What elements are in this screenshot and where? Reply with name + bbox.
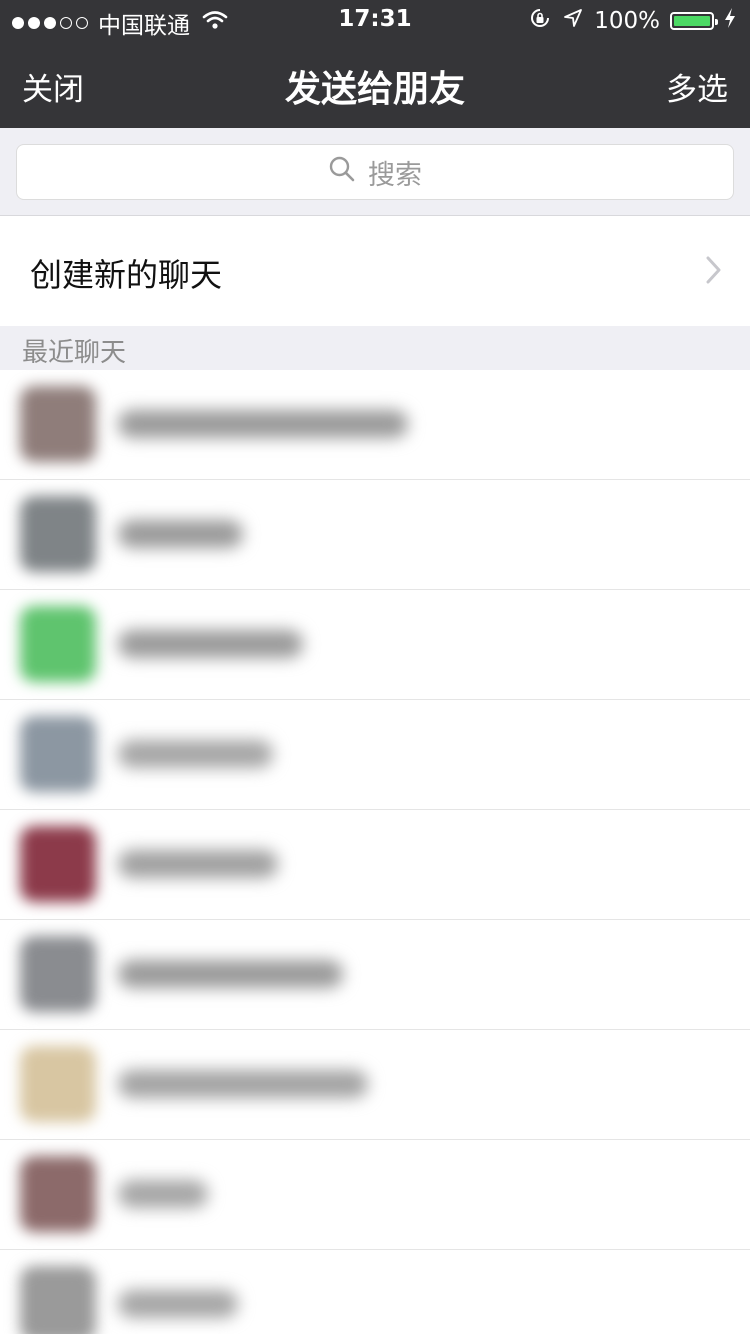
chat-row[interactable] <box>0 1250 750 1334</box>
avatar <box>20 716 96 792</box>
chat-row[interactable] <box>0 370 750 480</box>
search-bar: 搜索 <box>0 128 750 216</box>
contact-name-blurred <box>118 740 273 768</box>
contact-name-blurred <box>118 1290 238 1318</box>
recent-chats-header: 最近聊天 <box>0 326 750 370</box>
search-icon <box>328 155 368 190</box>
chevron-right-icon <box>706 256 722 288</box>
create-new-chat-label: 创建新的聊天 <box>30 256 223 294</box>
avatar <box>20 1156 96 1232</box>
page-title: 发送给朋友 <box>284 69 465 110</box>
chat-row[interactable] <box>0 920 750 1030</box>
contact-name-blurred <box>118 410 408 438</box>
chat-row[interactable] <box>0 590 750 700</box>
multi-select-button[interactable]: 多选 <box>666 64 728 109</box>
orientation-lock-icon <box>528 6 552 36</box>
status-bar: 中国联通 17:31 100% <box>0 0 750 40</box>
avatar <box>20 826 96 902</box>
navigation-bar: 关闭 发送给朋友 多选 <box>0 40 750 128</box>
battery-percent: 100% <box>594 8 660 34</box>
search-placeholder: 搜索 <box>368 159 422 191</box>
chat-row[interactable] <box>0 700 750 810</box>
chat-row[interactable] <box>0 1030 750 1140</box>
top-bar: 中国联通 17:31 100% 关闭 发送给朋友 多选 <box>0 0 750 128</box>
avatar <box>20 386 96 462</box>
section-label: 最近聊天 <box>22 338 127 368</box>
battery-icon <box>670 12 718 30</box>
contact-name-blurred <box>118 850 278 878</box>
recent-chat-list <box>0 370 750 1334</box>
location-icon <box>562 7 584 35</box>
charging-icon <box>724 7 736 35</box>
contact-name-blurred <box>118 520 243 548</box>
avatar <box>20 496 96 572</box>
contact-name-blurred <box>118 630 303 658</box>
contact-name-blurred <box>118 960 343 988</box>
contact-name-blurred <box>118 1180 208 1208</box>
chat-row[interactable] <box>0 1140 750 1250</box>
create-new-chat-row[interactable]: 创建新的聊天 <box>0 216 750 326</box>
search-input[interactable]: 搜索 <box>16 144 734 200</box>
chat-row[interactable] <box>0 810 750 920</box>
avatar <box>20 606 96 682</box>
chat-row[interactable] <box>0 480 750 590</box>
avatar <box>20 1046 96 1122</box>
avatar <box>20 1266 96 1334</box>
avatar <box>20 936 96 1012</box>
battery-level <box>674 16 710 26</box>
status-right: 100% <box>528 6 736 36</box>
contact-name-blurred <box>118 1070 368 1098</box>
